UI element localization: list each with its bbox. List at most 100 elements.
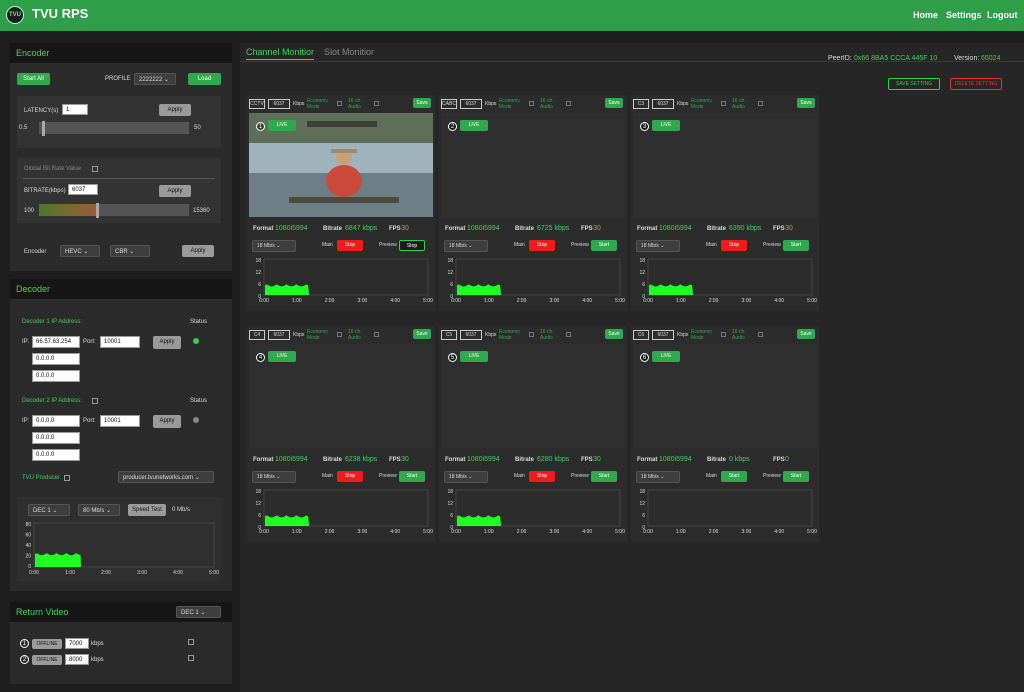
nav-settings[interactable]: Settings xyxy=(946,10,982,20)
channel-rate-select[interactable]: 18 Mb/s ⌄ xyxy=(444,240,488,252)
decoder1-extra-ip-1[interactable]: 0.0.0.0 xyxy=(32,353,80,365)
producer-select[interactable]: producer.tvunetworks.com ⌄ xyxy=(118,471,214,483)
channel-kbps-input[interactable]: 6037 xyxy=(652,330,674,340)
live-badge[interactable]: LIVE xyxy=(652,120,680,131)
channel-kbps-input[interactable]: 6037 xyxy=(652,99,674,109)
live-badge[interactable]: LIVE xyxy=(652,351,680,362)
latency-apply-button[interactable]: Apply xyxy=(159,104,191,116)
bitrate-apply-button[interactable]: Apply xyxy=(159,185,191,197)
channel-rate-select[interactable]: 18 Mb/s ⌄ xyxy=(636,471,680,483)
decoder2-port-input[interactable]: 10001 xyxy=(100,415,140,427)
save-setting-button[interactable]: SAVE SETTING xyxy=(888,78,940,90)
latency-input[interactable]: 1 xyxy=(62,104,88,115)
decoder2-checkbox[interactable] xyxy=(92,398,98,404)
bitrate-input[interactable]: 6037 xyxy=(68,184,98,195)
live-badge[interactable]: LIVE xyxy=(460,351,488,362)
channel-kbps-input[interactable]: 6037 xyxy=(460,99,482,109)
decoder-rate-select[interactable]: 80 Mb/s ⌄ xyxy=(78,504,120,516)
decoder2-ip-input[interactable]: 0.0.0.0 xyxy=(32,415,80,427)
channel-kbps-input[interactable]: 6037 xyxy=(268,330,290,340)
audio-16ch-checkbox[interactable] xyxy=(758,101,763,106)
channel-name[interactable]: C3 xyxy=(633,99,649,109)
audio-16ch-checkbox[interactable] xyxy=(566,101,571,106)
return-row-1-input[interactable]: 7000 xyxy=(65,638,89,649)
live-badge[interactable]: LIVE xyxy=(460,120,488,131)
main-toggle-button[interactable]: Start xyxy=(721,471,747,482)
decoder1-extra-ip-2[interactable]: 0.0.0.0 xyxy=(32,370,80,382)
global-bitrate-checkbox[interactable] xyxy=(92,166,98,172)
preview-toggle-button[interactable]: Start xyxy=(783,471,809,482)
return-dec-select[interactable]: DEC 1 ⌄ xyxy=(176,606,221,618)
codec-select[interactable]: HEVC ⌄ xyxy=(60,245,100,257)
nav-home[interactable]: Home xyxy=(913,10,938,20)
preview-toggle-button[interactable]: Start xyxy=(783,240,809,251)
economy-mode-checkbox[interactable] xyxy=(721,101,726,106)
channel-rate-select[interactable]: 18 Mb/s ⌄ xyxy=(252,471,296,483)
return-row-2-checkbox[interactable] xyxy=(188,655,194,661)
decoder1-port-input[interactable]: 10001 xyxy=(100,336,140,348)
preview-toggle-button[interactable]: Stop xyxy=(399,240,425,251)
latency-slider[interactable] xyxy=(39,121,189,136)
economy-mode-checkbox[interactable] xyxy=(337,332,342,337)
audio-16ch-checkbox[interactable] xyxy=(566,332,571,337)
audio-16ch-checkbox[interactable] xyxy=(758,332,763,337)
return-row-2-state[interactable]: OFFLINE xyxy=(32,655,62,665)
channel-rate-select[interactable]: 18 Mb/s ⌄ xyxy=(444,471,488,483)
audio-16ch-checkbox[interactable] xyxy=(374,101,379,106)
load-button[interactable]: Load xyxy=(188,73,221,85)
channel-save-button[interactable]: Save xyxy=(797,98,815,108)
live-badge[interactable]: LIVE xyxy=(268,120,296,131)
decoder2-extra-ip-2[interactable]: 0.0.0.0 xyxy=(32,449,80,461)
return-row-2-input[interactable]: 8000 xyxy=(65,654,89,665)
decoder-dec-select[interactable]: DEC 1 ⌄ xyxy=(28,504,70,516)
format-value: 1080i5994 xyxy=(659,225,692,232)
delete-setting-button[interactable]: DELETE SETTING xyxy=(950,78,1002,90)
encoder-apply-button[interactable]: Apply xyxy=(182,245,214,257)
decoder1-apply-button[interactable]: Apply xyxy=(153,336,181,349)
channel-rate-select[interactable]: 18 Mb/s ⌄ xyxy=(252,240,296,252)
bitrate-slider-handle[interactable] xyxy=(96,203,100,218)
tvu-producer-checkbox[interactable] xyxy=(64,475,70,481)
economy-mode-checkbox[interactable] xyxy=(529,332,534,337)
decoder2-apply-button[interactable]: Apply xyxy=(153,415,181,428)
live-badge[interactable]: LIVE xyxy=(268,351,296,362)
channel-name[interactable]: C4 xyxy=(249,330,265,340)
main-toggle-button[interactable]: Stop xyxy=(529,240,555,251)
channel-kbps-input[interactable]: 6037 xyxy=(460,330,482,340)
main-toggle-button[interactable]: Stop xyxy=(529,471,555,482)
main-toggle-button[interactable]: Stop xyxy=(337,471,363,482)
main-toggle-button[interactable]: Stop xyxy=(337,240,363,251)
decoder1-ip-input[interactable]: 66.57.63.254 xyxy=(32,336,80,348)
rate-mode-select[interactable]: CBR ⌄ xyxy=(110,245,150,257)
channel-save-button[interactable]: Save xyxy=(413,329,431,339)
preview-toggle-button[interactable]: Start xyxy=(399,471,425,482)
channel-save-button[interactable]: Save xyxy=(605,98,623,108)
channel-save-button[interactable]: Save xyxy=(413,98,431,108)
preview-toggle-button[interactable]: Start xyxy=(591,471,617,482)
channel-kbps-input[interactable]: 6037 xyxy=(268,99,290,109)
tab-channel-monitor[interactable]: Channel Monitior xyxy=(246,47,314,57)
nav-logout[interactable]: Logout xyxy=(987,10,1018,20)
audio-16ch-checkbox[interactable] xyxy=(374,332,379,337)
channel-name[interactable]: CABC xyxy=(441,99,457,109)
preview-toggle-button[interactable]: Start xyxy=(591,240,617,251)
channel-save-button[interactable]: Save xyxy=(797,329,815,339)
return-row-1-checkbox[interactable] xyxy=(188,639,194,645)
speed-test-button[interactable]: Speed Test xyxy=(128,504,166,516)
channel-save-button[interactable]: Save xyxy=(605,329,623,339)
latency-slider-handle[interactable] xyxy=(41,121,45,136)
decoder2-extra-ip-1[interactable]: 0.0.0.0 xyxy=(32,432,80,444)
channel-name[interactable]: C5 xyxy=(441,330,457,340)
economy-mode-checkbox[interactable] xyxy=(337,101,342,106)
tab-slot-monitor[interactable]: Slot Monitior xyxy=(324,47,374,57)
bitrate-slider[interactable] xyxy=(39,203,189,218)
channel-name[interactable]: CCTV xyxy=(249,99,265,109)
economy-mode-checkbox[interactable] xyxy=(721,332,726,337)
main-toggle-button[interactable]: Stop xyxy=(721,240,747,251)
start-all-button[interactable]: Start All xyxy=(17,73,50,85)
channel-name[interactable]: C6 xyxy=(633,330,649,340)
economy-mode-checkbox[interactable] xyxy=(529,101,534,106)
return-row-1-state[interactable]: OFFLINE xyxy=(32,639,62,649)
channel-rate-select[interactable]: 18 Mb/s ⌄ xyxy=(636,240,680,252)
profile-select[interactable]: 2222222 ⌄ xyxy=(134,73,176,85)
